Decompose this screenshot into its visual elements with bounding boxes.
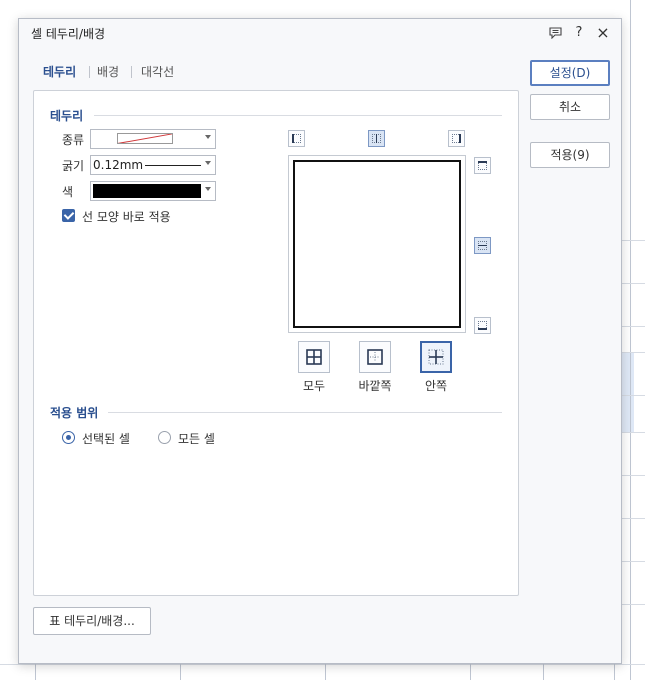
tab-separator: [89, 66, 90, 78]
dialog-title: 셀 테두리/배경: [31, 27, 106, 41]
preset-outside-label: 바깥쪽: [358, 379, 392, 393]
scope-selected-cells-label: 선택된 셀: [82, 432, 130, 446]
close-button[interactable]: ×: [593, 23, 613, 43]
sheet-row-line: [622, 518, 645, 519]
color-swatch: [93, 184, 201, 198]
border-section-title: 테두리: [50, 109, 84, 123]
line-type-select[interactable]: [90, 129, 216, 149]
scope-all-cells-label: 모든 셀: [178, 432, 215, 446]
border-all-icon: [306, 349, 322, 365]
chevron-down-icon: [205, 135, 211, 139]
edge-mark: [478, 328, 487, 330]
thickness-select[interactable]: 0.12mm: [90, 155, 216, 175]
edge-mark: [376, 134, 377, 143]
sheet-row-line: [622, 283, 645, 284]
tab-separator: [131, 66, 132, 78]
help-button[interactable]: ?: [569, 23, 589, 43]
border-inside-icon: [428, 349, 444, 365]
preset-all-label: 모두: [302, 379, 326, 393]
scope-all-cells-radio[interactable]: [158, 431, 171, 444]
title-bar[interactable]: 셀 테두리/배경 ? ×: [19, 19, 621, 47]
tab-diagonal[interactable]: 대각선: [141, 63, 174, 80]
preset-inside-label: 안쪽: [424, 379, 448, 393]
edge-mark: [292, 134, 294, 143]
sheet-row-line: [0, 664, 645, 665]
edge-mark: [459, 134, 461, 143]
bottom-border-button[interactable]: [474, 317, 491, 334]
vertical-inner-border-button[interactable]: [368, 130, 385, 147]
section-divider: [94, 115, 502, 116]
sheet-column-line: [630, 0, 631, 680]
sheet-row-line: [622, 395, 645, 396]
sheet-row-line: [622, 475, 645, 476]
chevron-down-icon: [205, 161, 211, 165]
line-type-none-sample: [117, 133, 173, 144]
sheet-row-line: [622, 326, 645, 327]
horizontal-inner-border-button[interactable]: [474, 237, 491, 254]
thickness-line-sample: [145, 165, 201, 166]
left-border-button[interactable]: [288, 130, 305, 147]
section-divider: [108, 412, 502, 413]
line-type-label: 종류: [62, 133, 85, 147]
thickness-label: 굵기: [62, 159, 85, 173]
border-outside-icon: [367, 349, 383, 365]
tab-background[interactable]: 배경: [97, 63, 119, 80]
chevron-down-icon: [205, 187, 211, 191]
preset-inside-button[interactable]: [420, 341, 452, 373]
tab-border[interactable]: 테두리: [43, 63, 76, 80]
comment-icon[interactable]: [545, 23, 565, 43]
scope-selected-cells-radio[interactable]: [62, 431, 75, 444]
preset-outside-button[interactable]: [359, 341, 391, 373]
sheet-row-line: [622, 604, 645, 605]
sheet-row-line: [622, 561, 645, 562]
top-border-button[interactable]: [474, 157, 491, 174]
preview-cell: [293, 160, 461, 328]
border-panel: 테두리 종류 굵기 0.12mm 색 선 모양 바로 적용 모두 바깥쪽 안쪽 …: [33, 90, 519, 596]
scope-section-title: 적용 범위: [50, 406, 99, 420]
color-label: 색: [62, 185, 74, 199]
sheet-row-line: [622, 240, 645, 241]
apply-button[interactable]: 적용(9): [530, 142, 610, 168]
right-border-button[interactable]: [448, 130, 465, 147]
apply-shape-label: 선 모양 바로 적용: [82, 210, 171, 224]
cancel-button[interactable]: 취소: [530, 94, 610, 120]
edge-mark: [478, 245, 487, 246]
sheet-row-line: [622, 432, 645, 433]
preset-all-button[interactable]: [298, 341, 330, 373]
border-preview[interactable]: [288, 155, 466, 333]
sheet-row-line: [622, 352, 645, 353]
table-border-background-button[interactable]: 표 테두리/배경...: [33, 607, 151, 635]
apply-shape-checkbox[interactable]: [62, 209, 75, 222]
cell-border-dialog: 셀 테두리/배경 ? × 테두리 배경 대각선 테두리 종류 굵기 0.12mm: [18, 18, 622, 664]
thickness-value: 0.12mm: [93, 158, 144, 172]
edge-mark: [478, 161, 487, 163]
ok-button[interactable]: 설정(D): [530, 60, 610, 86]
sheet-selection: [622, 352, 634, 432]
color-select[interactable]: [90, 181, 216, 201]
